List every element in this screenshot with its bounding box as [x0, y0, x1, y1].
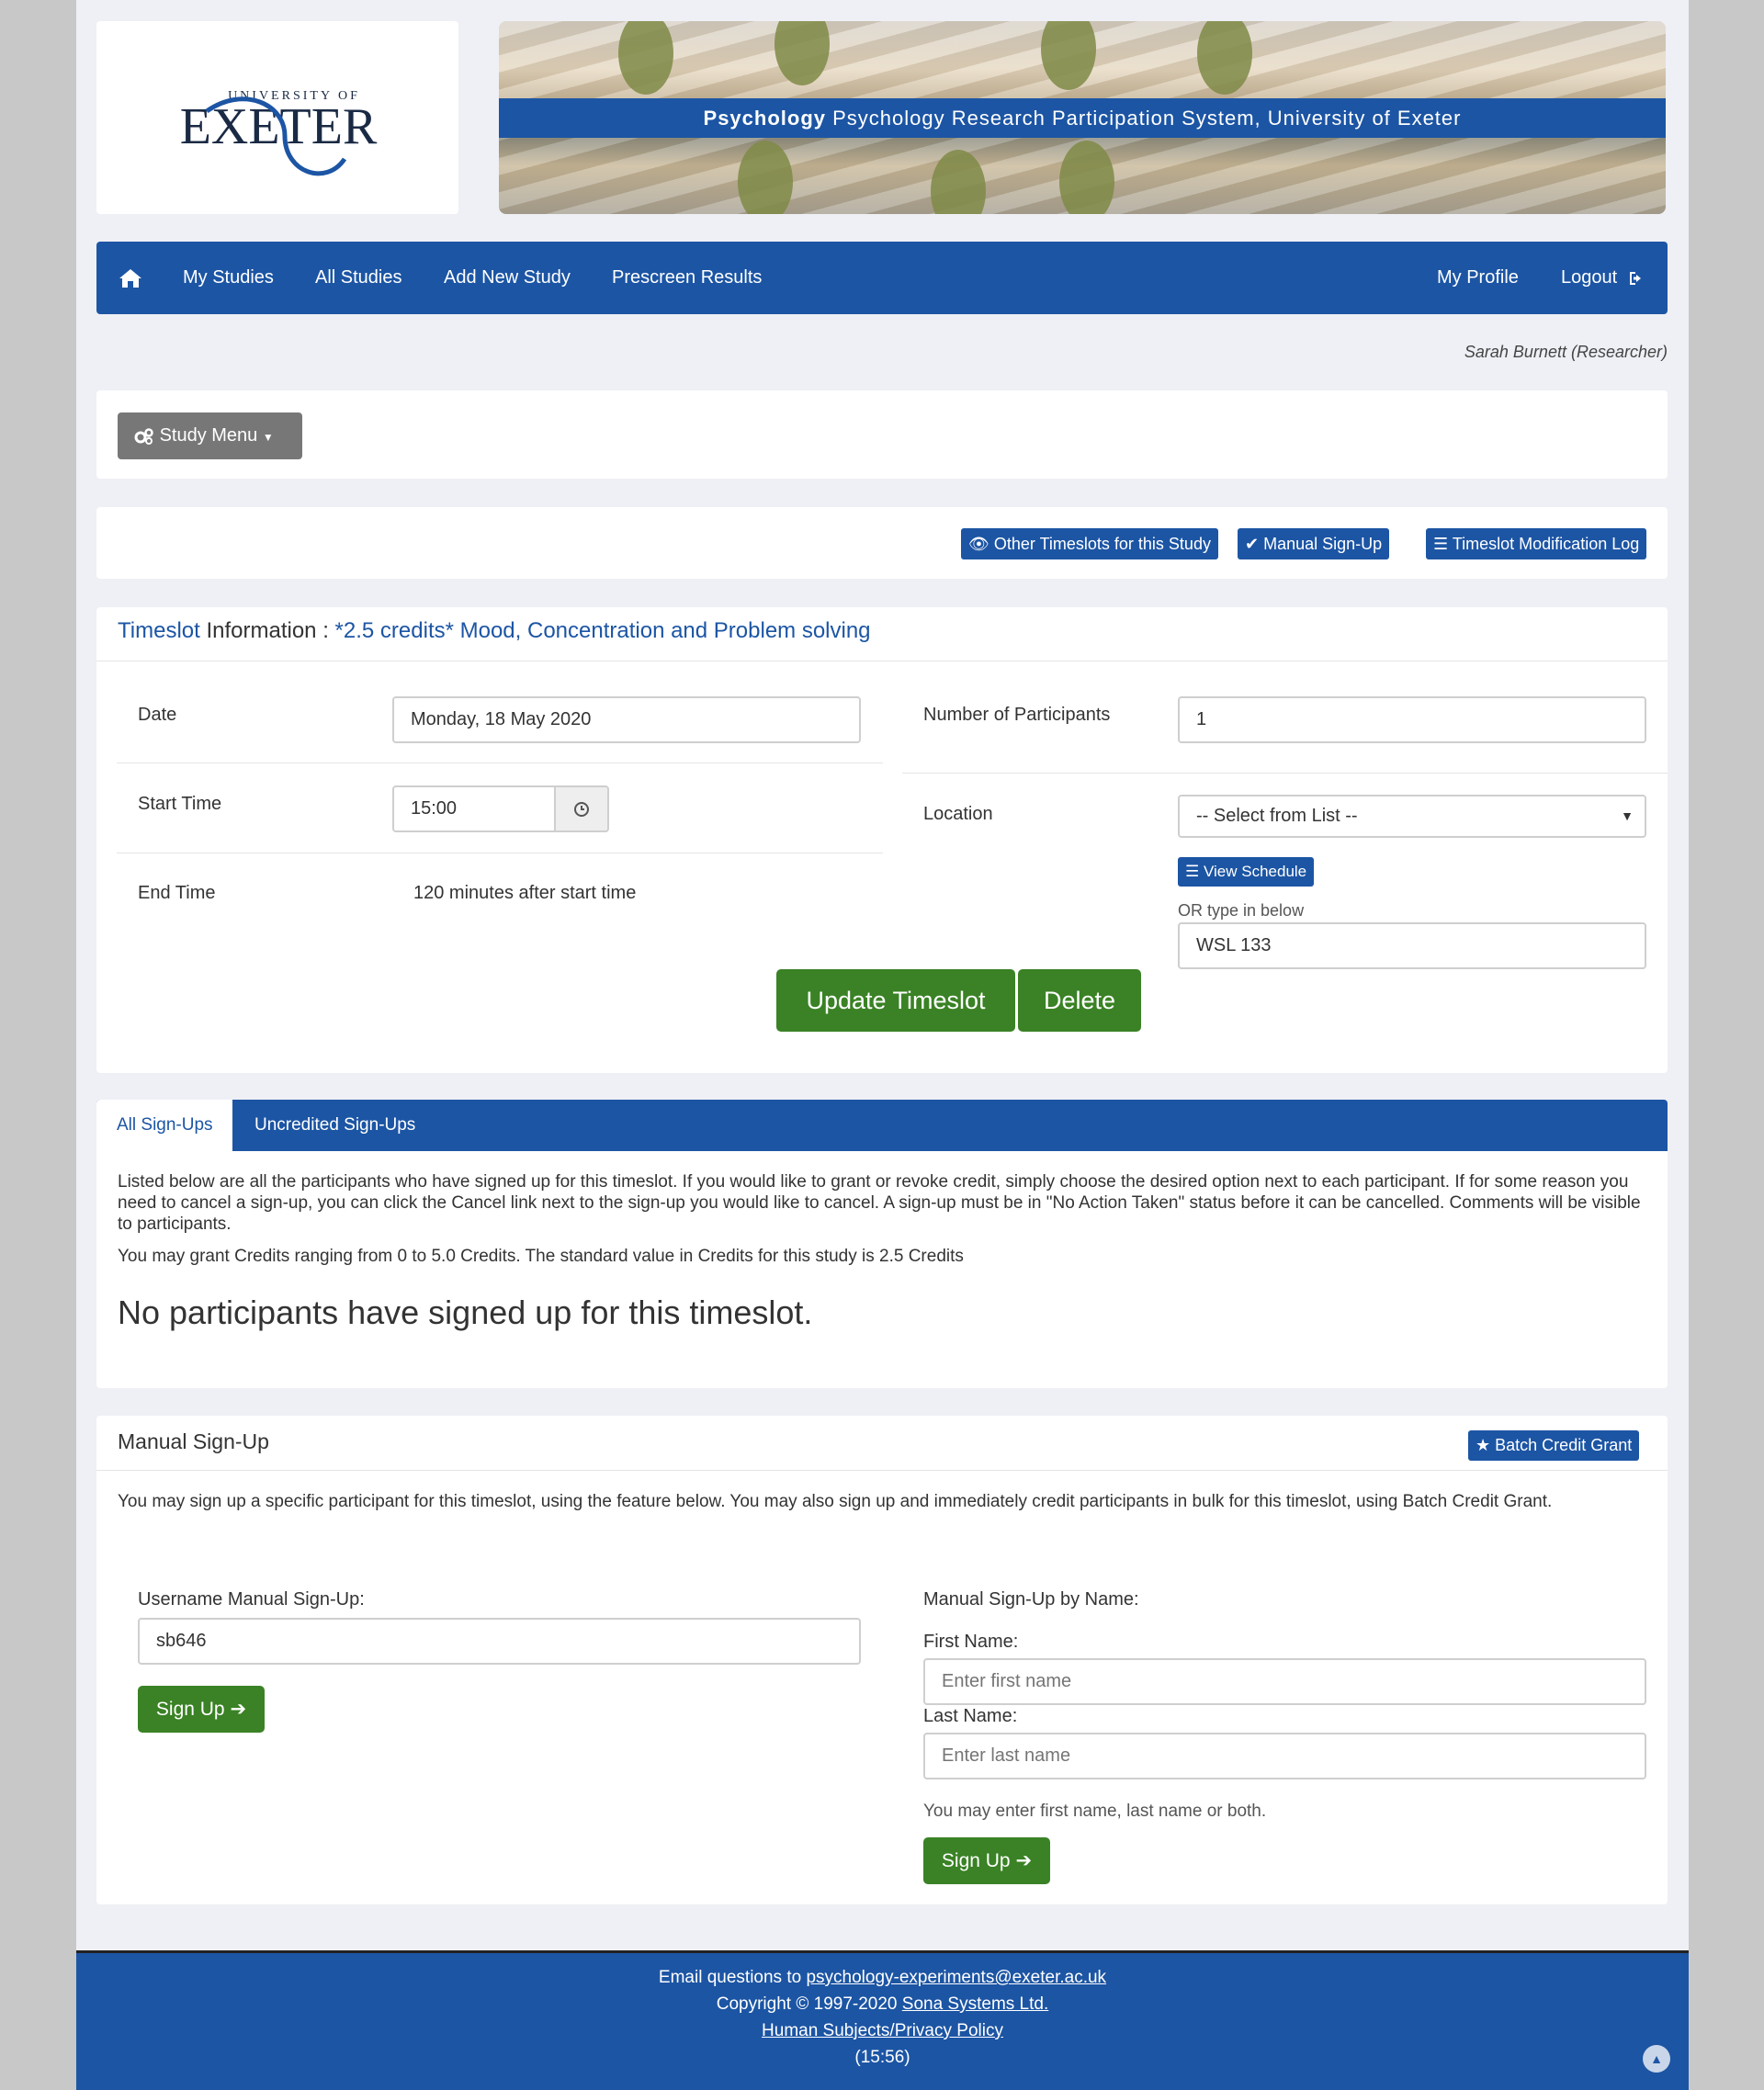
modification-log-label: Timeslot Modification Log: [1452, 535, 1640, 553]
home-icon[interactable]: [119, 267, 142, 289]
select-arrow-icon: ▼: [1621, 808, 1634, 823]
arrow-circle-right-icon: ➔: [230, 1699, 247, 1720]
batch-credit-label: Batch Credit Grant: [1495, 1436, 1633, 1454]
study-menu-button[interactable]: Study Menu ▼: [118, 412, 302, 459]
banner-title: Psychology Psychology Research Participa…: [499, 98, 1666, 138]
batch-credit-button[interactable]: ★ Batch Credit Grant: [1468, 1430, 1640, 1461]
footer: Email questions to psychology-experiment…: [76, 1950, 1689, 2090]
list-icon: ☰: [1185, 863, 1200, 880]
star-icon: ★: [1476, 1436, 1491, 1454]
view-schedule-button[interactable]: ☰ View Schedule: [1178, 857, 1315, 887]
heading-prefix: Timeslot: [118, 618, 200, 643]
nav-logout[interactable]: Logout: [1561, 242, 1645, 314]
modification-log-button[interactable]: ☰ Timeslot Modification Log: [1426, 528, 1647, 559]
nav-prescreen-results[interactable]: Prescreen Results: [612, 242, 762, 314]
footer-copyright-line: Copyright © 1997-2020 Sona Systems Ltd.: [76, 1991, 1689, 2017]
participants-field[interactable]: 1: [1178, 696, 1646, 743]
email-link[interactable]: psychology-experiments@exeter.ac.uk: [806, 1968, 1106, 1987]
nav-add-new-study[interactable]: Add New Study: [444, 242, 571, 314]
check-icon: ✔: [1245, 535, 1260, 553]
last-name-label: Last Name:: [923, 1706, 1018, 1726]
other-timeslots-label: Other Timeslots for this Study: [993, 535, 1211, 553]
date-field[interactable]: Monday, 18 May 2020: [392, 696, 861, 743]
eye-icon: 👁: [968, 535, 989, 553]
nav-my-studies[interactable]: My Studies: [183, 242, 274, 314]
by-name-label: Manual Sign-Up by Name:: [923, 1589, 1139, 1610]
company-link[interactable]: Sona Systems Ltd.: [902, 1994, 1048, 2014]
name-signup-button[interactable]: Sign Up ➔: [923, 1837, 1050, 1884]
timeslot-heading: Timeslot Information : *2.5 credits* Moo…: [118, 618, 871, 644]
list-icon: ☰: [1433, 535, 1449, 553]
current-user: Sarah Burnett (Researcher): [1464, 343, 1668, 361]
location-select-value: -- Select from List --: [1196, 806, 1358, 826]
name-hint: You may enter first name, last name or b…: [923, 1802, 1267, 1821]
manual-signup-label: Manual Sign-Up: [1263, 535, 1383, 553]
study-name[interactable]: *2.5 credits* Mood, Concentration and Pr…: [335, 618, 871, 643]
tab-all-signups[interactable]: All Sign-Ups: [96, 1100, 232, 1151]
manual-signup-description: You may sign up a specific participant f…: [118, 1492, 1553, 1511]
end-time-value: 120 minutes after start time: [413, 883, 637, 903]
caret-down-icon: ▼: [262, 431, 274, 444]
location-label: Location: [923, 804, 993, 824]
gears-icon: [134, 427, 153, 445]
or-type-label: OR type in below: [1178, 901, 1305, 920]
manual-signup-button[interactable]: ✔ Manual Sign-Up: [1238, 528, 1390, 559]
clock-button[interactable]: [556, 785, 609, 832]
server-time: (15:56): [854, 2048, 910, 2067]
date-label: Date: [138, 705, 177, 725]
signup-label: Sign Up: [155, 1699, 225, 1720]
signups-description: Listed below are all the participants wh…: [118, 1172, 1641, 1234]
email-prefix: Email questions to: [658, 1968, 802, 1987]
delete-button[interactable]: Delete: [1018, 969, 1141, 1032]
end-time-label: End Time: [138, 883, 216, 903]
tab-uncredited-signups[interactable]: Uncredited Sign-Ups: [254, 1100, 415, 1151]
participants-label: Number of Participants: [923, 705, 1111, 725]
signups-panel: Listed below are all the participants wh…: [96, 1151, 1668, 1388]
start-time-field[interactable]: 15:00: [392, 785, 556, 832]
footer-email-line: Email questions to psychology-experiment…: [76, 1964, 1689, 1991]
heading-info: Information :: [206, 618, 329, 643]
action-panel: 👁 Other Timeslots for this Study ✔ Manua…: [96, 507, 1668, 579]
manual-signup-panel: Manual Sign-Up ★ Batch Credit Grant You …: [96, 1416, 1668, 1904]
manual-signup-title: Manual Sign-Up: [118, 1429, 269, 1453]
timeslot-panel: Timeslot Information : *2.5 credits* Moo…: [96, 607, 1668, 1073]
nav-my-profile[interactable]: My Profile: [1437, 242, 1519, 314]
location-select[interactable]: -- Select from List -- ▼: [1178, 795, 1646, 838]
location-text-field[interactable]: WSL 133: [1178, 922, 1646, 969]
last-name-input[interactable]: [923, 1733, 1646, 1779]
credit-range-text: You may grant Credits ranging from 0 to …: [118, 1247, 964, 1266]
logout-label: Logout: [1561, 267, 1618, 288]
nav-all-studies[interactable]: All Studies: [315, 242, 402, 314]
empty-signups-message: No participants have signed up for this …: [118, 1294, 813, 1331]
username-field[interactable]: sb646: [138, 1618, 861, 1665]
view-schedule-label: View Schedule: [1203, 863, 1307, 880]
username-label: Username Manual Sign-Up:: [138, 1589, 365, 1610]
privacy-link[interactable]: Human Subjects/Privacy Policy: [762, 2021, 1003, 2040]
signup-label: Sign Up: [941, 1850, 1011, 1871]
study-menu-label: Study Menu: [159, 425, 258, 446]
first-name-input[interactable]: [923, 1658, 1646, 1705]
study-menu-panel: Study Menu ▼: [96, 390, 1668, 479]
update-timeslot-button[interactable]: Update Timeslot: [776, 969, 1015, 1032]
start-time-label: Start Time: [138, 794, 222, 814]
scroll-top-icon[interactable]: ▲: [1643, 2045, 1670, 2073]
other-timeslots-button[interactable]: 👁 Other Timeslots for this Study: [961, 528, 1218, 559]
university-logo[interactable]: UNIVERSITY OF EXETER: [96, 21, 458, 214]
logout-icon: [1629, 271, 1641, 285]
header-banner: Psychology Psychology Research Participa…: [499, 21, 1666, 214]
clock-icon: [574, 801, 589, 817]
page: UNIVERSITY OF EXETER Psychology Psycholo…: [76, 0, 1689, 2090]
first-name-label: First Name:: [923, 1632, 1019, 1652]
main-nav: My Studies All Studies Add New Study Pre…: [96, 242, 1668, 314]
copyright-text: Copyright © 1997-2020: [716, 1994, 898, 2014]
arrow-circle-right-icon: ➔: [1015, 1850, 1033, 1871]
signups-tabbar: All Sign-Ups Uncredited Sign-Ups: [96, 1100, 1668, 1151]
exeter-logo-icon: UNIVERSITY OF EXETER: [180, 89, 378, 176]
username-signup-button[interactable]: Sign Up ➔: [138, 1686, 265, 1733]
